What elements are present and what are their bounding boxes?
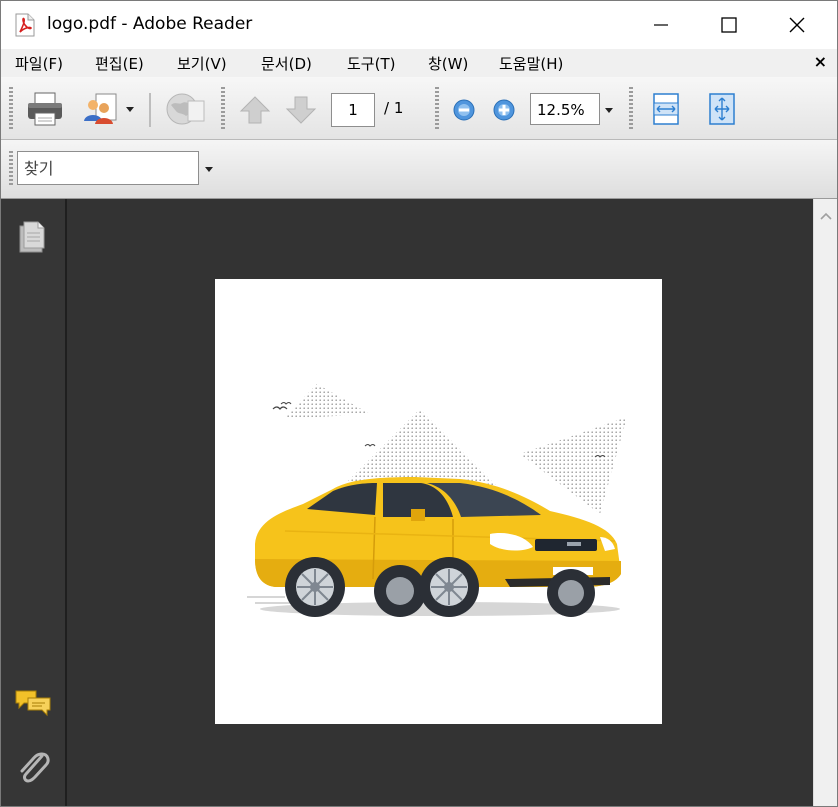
toolbar-grip[interactable] [9, 151, 13, 185]
pdf-file-icon [15, 13, 35, 37]
fit-page-button[interactable] [705, 91, 739, 127]
close-icon [789, 17, 805, 33]
title-bar: logo.pdf - Adobe Reader [1, 1, 837, 49]
pages-icon [19, 221, 45, 253]
page-total-label: / 1 [384, 99, 404, 117]
toolbar-grip[interactable] [221, 87, 225, 129]
vertical-scrollbar[interactable] [813, 199, 838, 806]
scroll-up-arrow-icon[interactable] [814, 205, 838, 229]
comments-panel-button[interactable] [13, 687, 53, 719]
menu-edit[interactable]: 편집(E) [95, 53, 144, 74]
maximize-icon [721, 17, 737, 33]
email-icon [166, 93, 205, 125]
window-title: logo.pdf - Adobe Reader [47, 14, 253, 34]
menu-tools[interactable]: 도구(T) [347, 53, 395, 74]
page-number-input[interactable]: 1 [331, 93, 375, 127]
toolbar-grip[interactable] [629, 87, 633, 129]
print-icon [28, 92, 62, 126]
fit-page-icon [709, 93, 735, 125]
zoom-in-button[interactable] [491, 97, 517, 123]
minimize-icon [654, 24, 668, 26]
minimize-button[interactable] [627, 1, 695, 49]
find-dropdown-arrow[interactable] [205, 167, 213, 172]
next-page-button[interactable] [283, 93, 319, 127]
wheel [419, 557, 479, 617]
previous-page-button[interactable] [237, 93, 273, 127]
zoom-out-icon [453, 99, 475, 121]
menu-document[interactable]: 문서(D) [261, 53, 312, 74]
attachments-icon [20, 752, 50, 783]
toolbar-grip[interactable] [435, 87, 439, 129]
menu-window[interactable]: 창(W) [428, 53, 468, 74]
close-button[interactable] [763, 1, 831, 49]
wheel [285, 557, 345, 617]
collaborate-icon [84, 93, 117, 124]
maximize-button[interactable] [695, 1, 763, 49]
collaborate-button[interactable] [81, 89, 121, 129]
fit-width-button[interactable] [649, 91, 683, 127]
app-window: logo.pdf - Adobe Reader 파일(F) 편집(E) 보기(V… [0, 0, 838, 807]
attachments-panel-button[interactable] [15, 747, 51, 787]
zoom-out-button[interactable] [451, 97, 477, 123]
menu-help[interactable]: 도움말(H) [499, 53, 563, 74]
zoom-level-field[interactable]: 12.5% [530, 93, 600, 125]
zoom-in-icon [493, 99, 515, 121]
menu-file[interactable]: 파일(F) [15, 53, 63, 74]
pages-panel-button[interactable] [17, 219, 47, 255]
zoom-dropdown-arrow[interactable] [605, 108, 613, 113]
pdf-page [215, 279, 662, 724]
email-button[interactable] [161, 89, 207, 129]
menu-view[interactable]: 보기(V) [177, 53, 227, 74]
collaborate-dropdown-arrow[interactable] [126, 107, 134, 112]
car-illustration [247, 384, 627, 617]
previous-page-icon [239, 96, 271, 124]
toolbar-separator [149, 93, 151, 127]
find-input[interactable]: 찾기 [17, 151, 199, 185]
comments-icon [15, 690, 51, 717]
toolbar-grip[interactable] [9, 87, 13, 129]
next-page-icon [285, 96, 317, 124]
print-button[interactable] [23, 89, 67, 129]
fit-width-icon [653, 93, 679, 125]
close-document-button[interactable]: × [814, 52, 827, 71]
menu-bar: 파일(F) 편집(E) 보기(V) 문서(D) 도구(T) 창(W) 도움말(H… [1, 49, 837, 77]
